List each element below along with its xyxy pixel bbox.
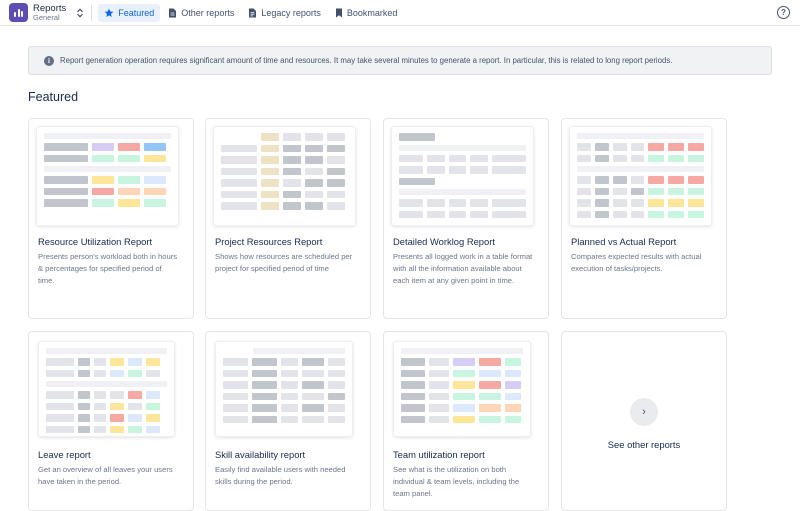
info-icon: i xyxy=(44,55,54,66)
card-description: Get an overview of all leaves your users… xyxy=(38,465,173,486)
tab-label: Legacy reports xyxy=(261,7,321,18)
see-other-reports-label: See other reports xyxy=(607,439,681,450)
card-description: Compares expected results with actual ex… xyxy=(571,252,702,273)
tab-other-reports[interactable]: Other reports xyxy=(162,4,240,22)
reports-logo-icon xyxy=(9,3,28,22)
report-preview-image xyxy=(37,127,178,225)
card-title: Project Resources Report xyxy=(215,236,323,247)
report-card-resource-utilization[interactable]: Resource Utilization Report Presents per… xyxy=(28,118,194,319)
report-card-project-resources[interactable]: Project Resources Report Shows how resou… xyxy=(205,118,371,319)
help-icon[interactable]: ? xyxy=(777,6,790,19)
document-icon xyxy=(169,8,177,17)
report-card-planned-vs-actual[interactable]: Planned vs Actual Report Compares expect… xyxy=(561,118,727,319)
tab-legacy-reports[interactable]: Legacy reports xyxy=(242,4,327,22)
top-bar: Reports General Featured Other reports L… xyxy=(0,0,800,26)
section-title: Featured xyxy=(28,90,79,104)
info-banner: i Report generation operation requires s… xyxy=(28,46,772,75)
card-title: Skill availability report xyxy=(215,449,306,460)
card-description: Presents person's workload both in hours… xyxy=(38,252,178,285)
card-title: Team utilization report xyxy=(393,449,485,460)
card-title: Resource Utilization Report xyxy=(38,236,153,247)
banner-text: Report generation operation requires sig… xyxy=(60,56,673,65)
app-switcher[interactable]: Reports General xyxy=(0,0,84,26)
tab-label: Other reports xyxy=(181,7,235,18)
report-card-leave[interactable]: Leave report Get an overview of all leav… xyxy=(28,331,194,511)
card-description: Presents all logged work in a table form… xyxy=(393,252,533,285)
tab-featured[interactable]: Featured xyxy=(98,3,161,22)
report-preview-image xyxy=(570,127,711,225)
tab-label: Featured xyxy=(118,7,155,18)
tab-bookmarked[interactable]: Bookmarked xyxy=(329,4,404,22)
tab-label: Bookmarked xyxy=(346,7,398,18)
card-title: Leave report xyxy=(38,449,91,460)
report-preview-image xyxy=(216,342,352,436)
report-card-skill-availability[interactable]: Skill availability report Easily find av… xyxy=(205,331,371,511)
report-card-detailed-worklog[interactable]: Detailed Worklog Report Presents all log… xyxy=(383,118,549,319)
report-card-team-utilization[interactable]: Team utilization report See what is the … xyxy=(383,331,549,511)
card-description: Easily find available users with needed … xyxy=(215,465,346,486)
chevron-up-down-icon[interactable] xyxy=(76,7,84,18)
divider xyxy=(91,4,93,21)
archive-document-icon xyxy=(249,8,257,17)
bookmark-icon xyxy=(335,8,342,17)
nav-tabs: Featured Other reports Legacy reports Bo… xyxy=(98,3,404,22)
report-preview-image xyxy=(394,342,530,436)
report-preview-image xyxy=(214,127,355,225)
star-icon xyxy=(104,8,114,17)
report-preview-image xyxy=(39,342,174,436)
see-other-reports-card[interactable]: › See other reports xyxy=(561,331,727,511)
chevron-right-icon[interactable]: › xyxy=(630,398,658,426)
card-description: Shows how resources are scheduled per pr… xyxy=(215,252,353,273)
report-preview-image xyxy=(392,127,533,225)
card-title: Planned vs Actual Report xyxy=(571,236,677,247)
card-title: Detailed Worklog Report xyxy=(393,236,495,247)
app-subtitle: General xyxy=(33,12,60,22)
card-description: See what is the utilization on both indi… xyxy=(393,465,520,498)
